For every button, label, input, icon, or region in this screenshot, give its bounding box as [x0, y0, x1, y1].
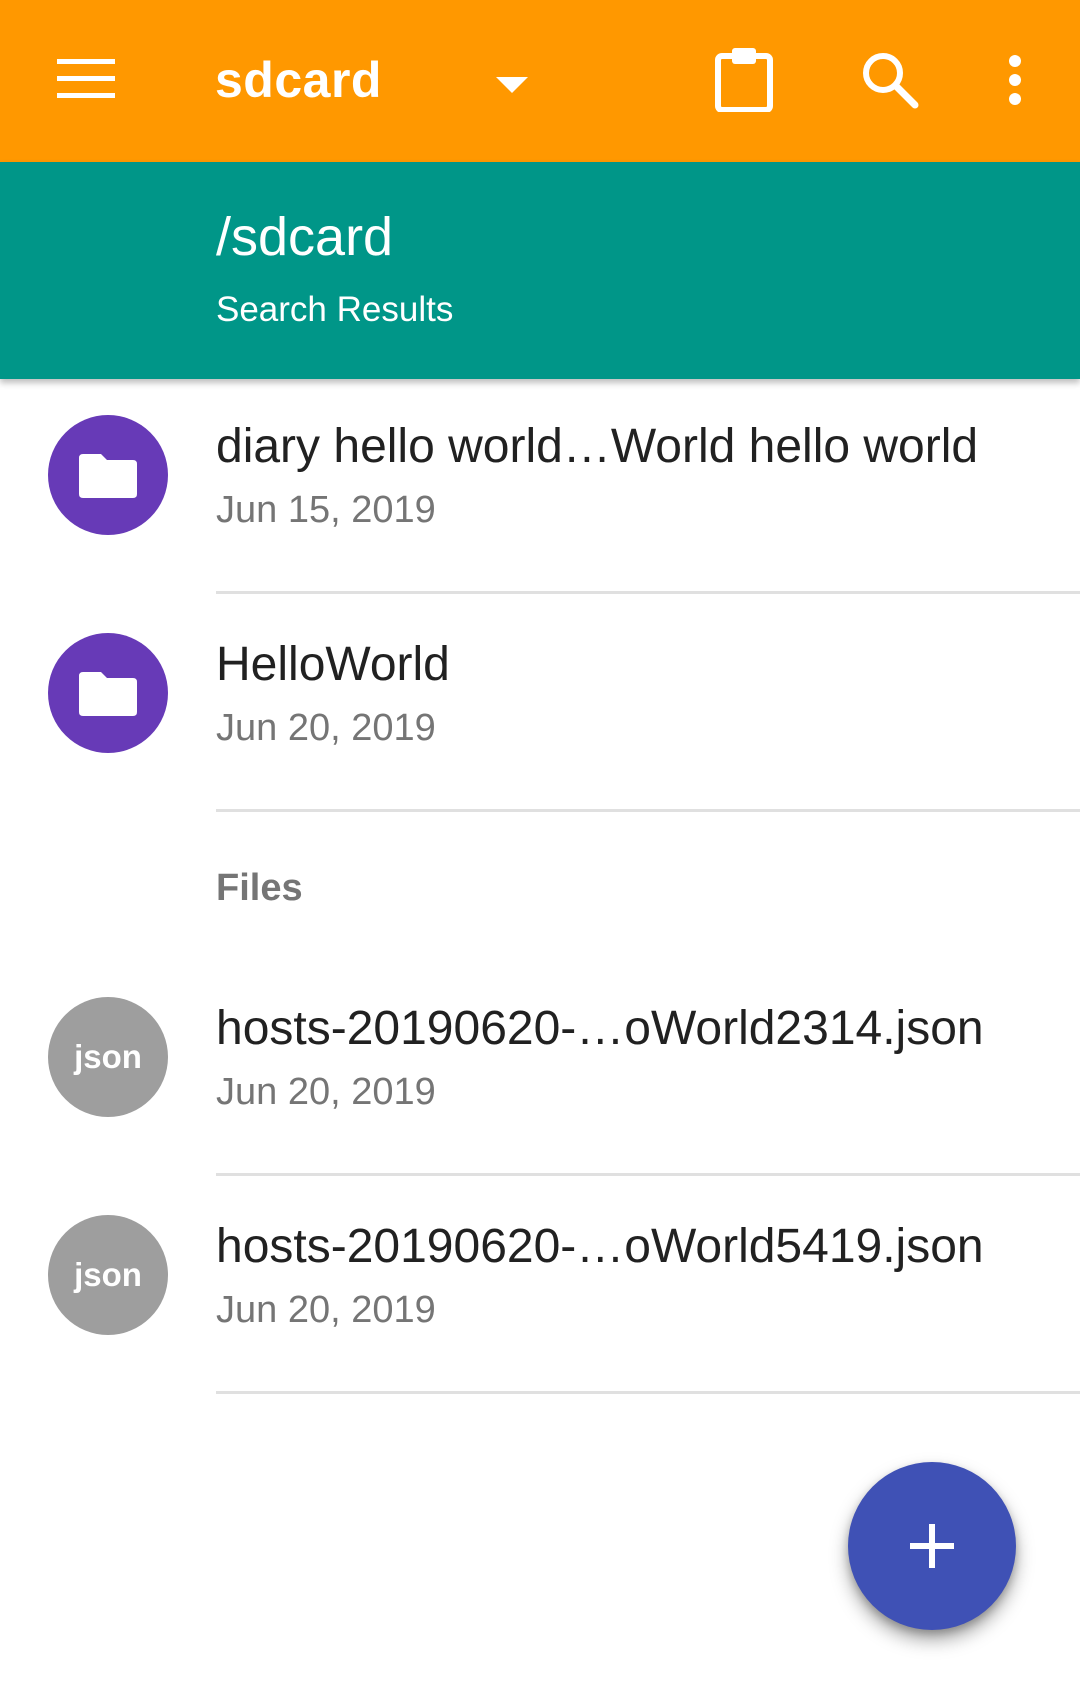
list-item-file[interactable]: json hosts-20190620-…oWorld2314.json Jun…	[0, 961, 1080, 1179]
item-name: HelloWorld	[216, 638, 450, 691]
dropdown-icon[interactable]	[490, 70, 534, 100]
item-date: Jun 20, 2019	[216, 1289, 436, 1331]
item-date: Jun 20, 2019	[216, 1071, 436, 1113]
divider	[216, 1391, 1080, 1394]
json-file-icon: json	[48, 997, 168, 1117]
clipboard-icon[interactable]	[705, 38, 783, 120]
list-item-folder[interactable]: HelloWorld Jun 20, 2019	[0, 597, 1080, 815]
current-path: /sdcard	[216, 207, 394, 267]
search-icon[interactable]	[850, 40, 930, 120]
toolbar: sdcard	[0, 0, 1080, 162]
item-name: hosts-20190620-…oWorld5419.json	[216, 1220, 984, 1273]
file-manager-app: sdcard /sdcard Search Results diary hell…	[0, 0, 1080, 1699]
json-file-icon: json	[48, 1215, 168, 1335]
add-icon	[910, 1524, 954, 1568]
folder-icon	[48, 415, 168, 535]
menu-icon[interactable]	[46, 44, 126, 114]
storage-selector[interactable]: sdcard	[215, 40, 382, 120]
file-type-badge: json	[74, 1256, 142, 1293]
divider	[216, 591, 1080, 594]
add-fab-button[interactable]	[848, 1462, 1016, 1630]
list-item-file[interactable]: json hosts-20190620-…oWorld5419.json Jun…	[0, 1179, 1080, 1397]
file-type-badge: json	[74, 1038, 142, 1075]
path-header: /sdcard Search Results	[0, 162, 1080, 379]
item-date: Jun 15, 2019	[216, 489, 436, 531]
toolbar-title: sdcard	[215, 52, 382, 108]
folder-icon	[48, 633, 168, 753]
item-name: diary hello world…World hello world	[216, 420, 979, 473]
item-name: hosts-20190620-…oWorld2314.json	[216, 1002, 984, 1055]
item-date: Jun 20, 2019	[216, 707, 436, 749]
section-label-files: Files	[216, 867, 303, 909]
more-vert-icon[interactable]	[990, 40, 1040, 120]
path-subtitle: Search Results	[216, 290, 454, 329]
divider	[216, 809, 1080, 812]
divider	[216, 1173, 1080, 1176]
list-item-folder[interactable]: diary hello world…World hello world Jun …	[0, 379, 1080, 597]
